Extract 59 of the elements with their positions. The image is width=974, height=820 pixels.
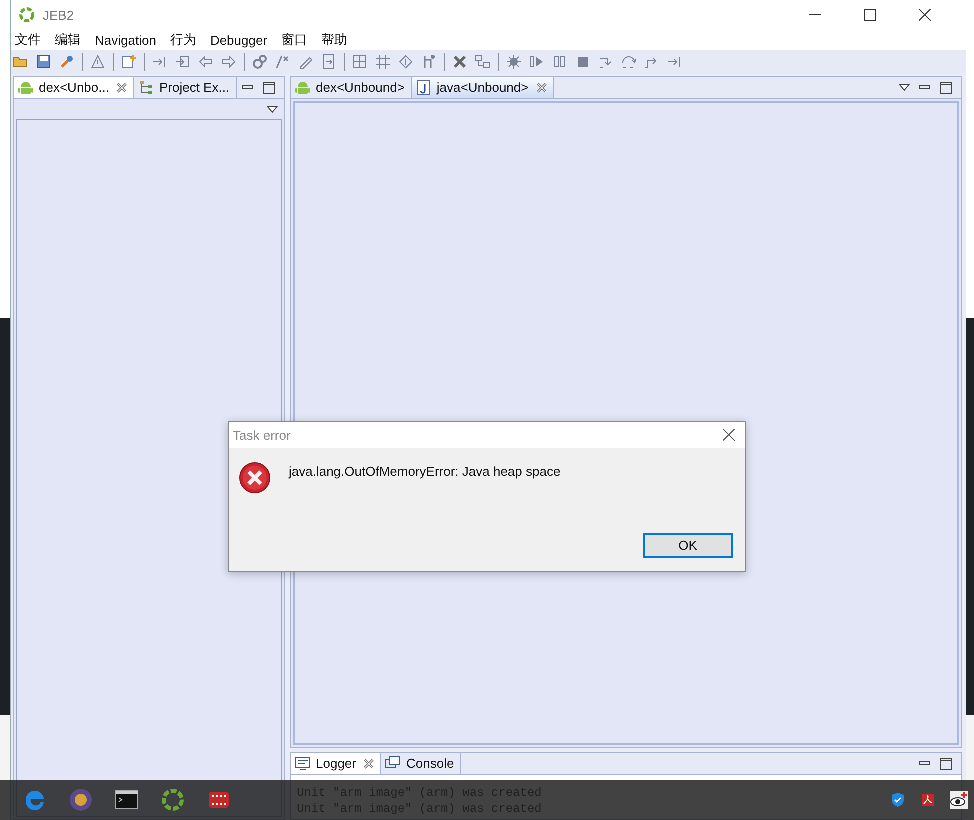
view-menu-icon[interactable] (267, 106, 278, 112)
window-title: JEB2 (43, 8, 74, 22)
maximize-icon[interactable] (864, 9, 876, 21)
console-icon (385, 756, 402, 772)
editor-tab[interactable]: java<Unbound> (412, 77, 554, 98)
view-tab[interactable]: Console (381, 753, 462, 774)
comment-icon[interactable] (275, 54, 291, 70)
wrench-icon[interactable] (59, 54, 75, 70)
maximize-icon[interactable] (940, 82, 952, 94)
app-logo-icon[interactable] (160, 787, 186, 813)
view-menu-icon[interactable] (899, 84, 910, 91)
view-tab[interactable]: Project Ex... (134, 77, 237, 98)
diamond-icon[interactable] (398, 54, 414, 70)
split-icon[interactable] (475, 54, 491, 70)
delete-icon[interactable] (452, 54, 468, 70)
error-message: java.lang.OutOfMemoryError: Java heap space (289, 464, 561, 479)
project-tree-icon (138, 80, 154, 96)
menu-item[interactable]: 行为 (170, 31, 196, 49)
debug-gear-icon[interactable] (506, 54, 522, 70)
app-logo-icon (19, 7, 35, 23)
maximize-icon[interactable] (940, 758, 952, 770)
logger-icon (295, 756, 311, 772)
resume-icon[interactable] (529, 54, 545, 70)
forward-arrow-icon[interactable] (221, 54, 237, 70)
arrow-to-bar-icon[interactable] (152, 54, 168, 70)
maximize-icon[interactable] (263, 82, 275, 94)
error-icon (239, 462, 271, 494)
pdf-icon[interactable] (920, 792, 936, 808)
ok-button[interactable]: OK (643, 533, 733, 558)
menu-item[interactable]: 编辑 (55, 31, 81, 49)
editor-tab[interactable]: dex<Unbound> (291, 77, 412, 98)
android-icon (295, 80, 311, 96)
gears-icon[interactable] (252, 54, 268, 70)
close-icon[interactable] (723, 429, 735, 441)
menu-item[interactable]: 帮助 (322, 31, 348, 49)
step-over-icon[interactable] (621, 54, 637, 70)
app-icon[interactable] (68, 787, 94, 813)
warning-icon[interactable] (90, 54, 106, 70)
view-tab[interactable]: dex<Unbo... (14, 77, 134, 98)
save-icon[interactable] (36, 54, 52, 70)
run-to-line-icon[interactable] (667, 54, 683, 70)
pause-icon[interactable] (552, 54, 568, 70)
menu-item[interactable]: Debugger (210, 32, 268, 48)
close-icon[interactable] (919, 9, 931, 21)
shield-icon[interactable] (890, 792, 906, 808)
menu-item[interactable]: Navigation (95, 32, 156, 48)
dialog-title: Task error (233, 428, 291, 442)
hash-grid-icon[interactable] (375, 54, 391, 70)
new-file-icon[interactable] (121, 54, 137, 70)
view-tab[interactable]: Logger (291, 753, 382, 774)
menu-item[interactable]: 窗口 (282, 31, 308, 49)
back-arrow-icon[interactable] (198, 54, 214, 70)
menu-item[interactable]: 文件 (15, 31, 41, 49)
java-file-icon (416, 80, 432, 96)
eye-icon[interactable] (950, 791, 968, 809)
grid-icon[interactable] (352, 54, 368, 70)
import-icon[interactable] (175, 54, 191, 70)
android-icon (18, 80, 34, 96)
stop-icon[interactable] (575, 54, 591, 70)
